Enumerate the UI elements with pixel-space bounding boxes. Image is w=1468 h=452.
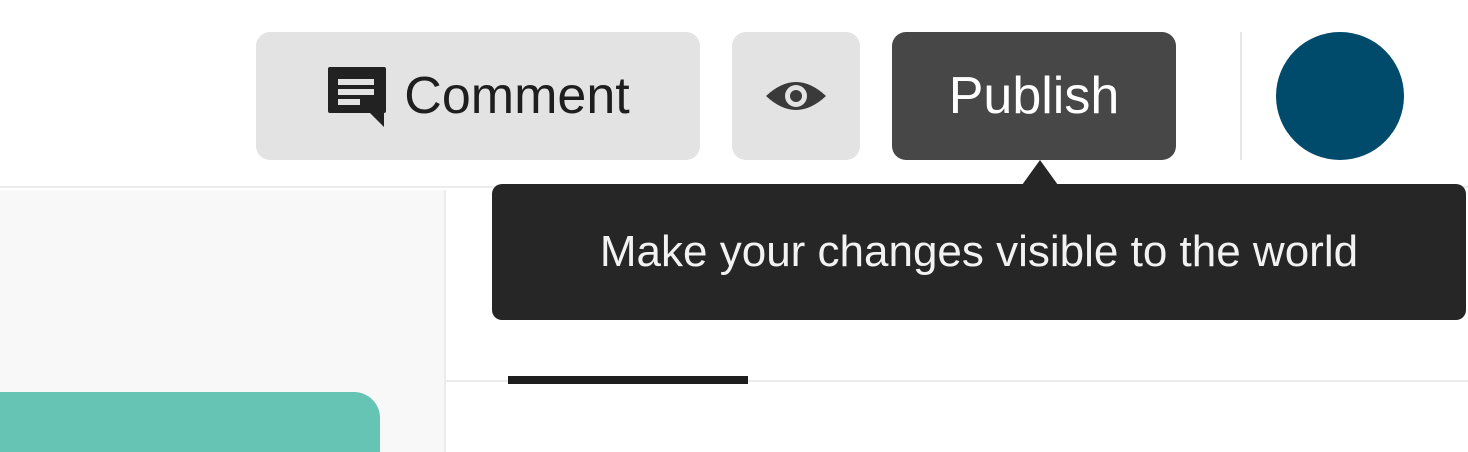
publish-button[interactable]: Publish [892, 32, 1176, 160]
comment-button-label: Comment [404, 67, 630, 125]
comment-button[interactable]: Comment [256, 32, 700, 160]
publish-button-label: Publish [948, 67, 1120, 125]
tooltip-arrow [1022, 160, 1058, 185]
left-panel [0, 190, 446, 452]
sidebar-card[interactable] [0, 392, 380, 452]
comment-icon [326, 65, 388, 127]
user-avatar[interactable] [1276, 32, 1404, 160]
publish-tooltip: Make your changes visible to the world [492, 184, 1466, 320]
top-toolbar: Comment Publish [0, 0, 1468, 188]
tooltip-text: Make your changes visible to the world [599, 227, 1359, 276]
editor-page: Comment Publish Make your changes visibl… [0, 0, 1468, 452]
eye-icon [764, 76, 828, 116]
toolbar-divider [1240, 32, 1242, 160]
preview-button[interactable] [732, 32, 860, 160]
active-tab-indicator[interactable] [508, 376, 748, 384]
